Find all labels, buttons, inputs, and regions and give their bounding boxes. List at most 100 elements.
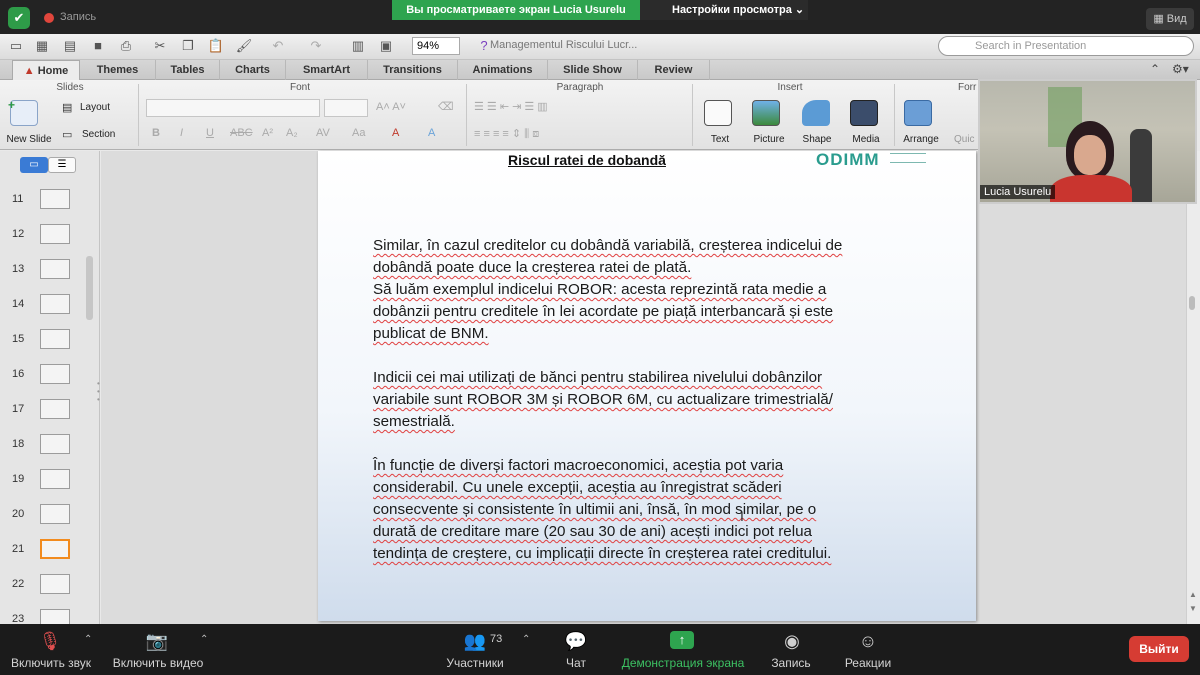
change-case-icon[interactable]: Aa: [352, 127, 365, 139]
strikethrough-icon[interactable]: ABC: [230, 127, 253, 139]
shape-icon[interactable]: [802, 100, 830, 126]
tab-tables[interactable]: Tables: [156, 60, 220, 80]
slide-thumbnail[interactable]: [40, 329, 70, 349]
font-size-select[interactable]: [324, 99, 368, 117]
media-button[interactable]: Media: [844, 134, 888, 145]
leave-meeting-button[interactable]: Выйти: [1129, 636, 1189, 662]
new-slide-button[interactable]: New Slide: [4, 134, 54, 145]
save-icon[interactable]: ■: [88, 37, 108, 55]
slide-thumbnail[interactable]: [40, 504, 70, 524]
slide-thumbnail[interactable]: [40, 189, 70, 209]
start-video-button[interactable]: Включить видео: [108, 656, 208, 670]
slide-sorter-icon[interactable]: ▥: [348, 37, 368, 55]
slide-thumbnail[interactable]: [40, 224, 70, 244]
print-icon[interactable]: ⎙: [116, 37, 136, 55]
slide-thumbnail[interactable]: [40, 539, 70, 559]
superscript-icon[interactable]: A²: [262, 127, 273, 139]
bold-icon[interactable]: B: [152, 127, 160, 139]
arrange-icon[interactable]: [904, 100, 932, 126]
security-shield-icon[interactable]: ✔: [8, 7, 30, 29]
media-icon[interactable]: [850, 100, 878, 126]
zoom-level-field[interactable]: 94%: [412, 37, 460, 55]
share-screen-icon[interactable]: ↑: [670, 631, 694, 649]
video-off-icon[interactable]: 📷: [144, 631, 170, 652]
align-icon[interactable]: ≡ ≡ ≡ ≡ ⇕ ⫼ ⧈: [474, 127, 539, 141]
italic-icon[interactable]: I: [180, 127, 183, 139]
character-spacing-icon[interactable]: AV: [316, 127, 330, 139]
scrollbar-thumb[interactable]: [1189, 296, 1195, 310]
participants-icon[interactable]: 👥: [462, 631, 488, 652]
view-button[interactable]: ▦ Вид: [1146, 8, 1194, 30]
copy-icon[interactable]: ❐: [178, 37, 198, 55]
arrange-button[interactable]: Arrange: [898, 134, 944, 145]
undo-icon[interactable]: ↶: [268, 37, 288, 55]
text-button[interactable]: Text: [700, 134, 740, 145]
audio-options-chevron-icon[interactable]: ⌃: [84, 634, 92, 645]
tab-themes[interactable]: Themes: [80, 60, 156, 80]
cut-icon[interactable]: ✂: [150, 37, 170, 55]
subscript-icon[interactable]: A₂: [286, 127, 298, 139]
open-file-icon[interactable]: ▤: [60, 37, 80, 55]
tab-transitions[interactable]: Transitions: [368, 60, 458, 80]
slide-thumbnail[interactable]: [40, 364, 70, 384]
chat-icon[interactable]: 💬: [564, 631, 588, 652]
unmute-audio-button[interactable]: Включить звук: [6, 656, 96, 670]
text-box-icon[interactable]: [704, 100, 732, 126]
slide-paragraph-1[interactable]: Similar, în cazul creditelor cu dobândă …: [373, 235, 903, 345]
font-name-select[interactable]: [146, 99, 320, 117]
slides-view-toggle[interactable]: ▭: [20, 157, 48, 173]
slide-thumbnail[interactable]: [40, 609, 70, 624]
tab-animations[interactable]: Animations: [458, 60, 548, 80]
search-input[interactable]: Search in Presentation: [938, 36, 1194, 56]
paste-icon[interactable]: 📋: [206, 37, 226, 55]
slide-title[interactable]: Riscul ratei de dobandă: [508, 152, 666, 168]
shape-button[interactable]: Shape: [796, 134, 838, 145]
share-screen-button[interactable]: Демонстрация экрана: [618, 656, 748, 670]
participants-button[interactable]: Участники: [440, 656, 510, 670]
tab-charts[interactable]: Charts: [220, 60, 286, 80]
slide-paragraph-2[interactable]: Indicii cei mai utilizați de bănci pentr…: [373, 367, 903, 433]
slide-thumbnail[interactable]: [40, 399, 70, 419]
slide-paragraph-3[interactable]: În funcție de diverși factori macroecono…: [373, 455, 903, 565]
tab-smartart[interactable]: SmartArt: [286, 60, 368, 80]
outline-view-toggle[interactable]: ☰: [48, 157, 76, 173]
quick-styles-button[interactable]: Quic: [954, 134, 978, 145]
slide-thumbnail[interactable]: [40, 434, 70, 454]
format-painter-icon[interactable]: 🖌: [234, 37, 254, 55]
collapse-ribbon-icon[interactable]: ⌃: [1150, 62, 1160, 76]
slide-thumbnail[interactable]: [40, 294, 70, 314]
panel-scrollbar[interactable]: [86, 256, 93, 320]
gallery-icon[interactable]: ▣: [376, 37, 396, 55]
redo-icon[interactable]: ↷: [306, 37, 326, 55]
participants-chevron-icon[interactable]: ⌃: [522, 634, 530, 645]
picture-icon[interactable]: [752, 100, 780, 126]
gear-icon[interactable]: ⚙▾: [1172, 62, 1189, 76]
video-options-chevron-icon[interactable]: ⌃: [200, 634, 208, 645]
slide-thumbnail[interactable]: [40, 574, 70, 594]
muted-microphone-icon[interactable]: 🎙: [38, 631, 62, 652]
view-options-button[interactable]: Настройки просмотра ⌄: [640, 0, 808, 20]
section-button[interactable]: Section: [82, 129, 132, 140]
tab-home[interactable]: ▲ Home: [12, 60, 80, 80]
templates-icon[interactable]: ▦: [32, 37, 52, 55]
slide-thumbnail[interactable]: [40, 259, 70, 279]
picture-button[interactable]: Picture: [746, 134, 792, 145]
font-color-icon[interactable]: A: [392, 127, 399, 139]
scroll-up-icon[interactable]: ▲: [1189, 590, 1197, 599]
text-effects-icon[interactable]: A: [428, 127, 435, 139]
scroll-down-icon[interactable]: ▼: [1189, 604, 1197, 613]
grow-font-icon[interactable]: A˄ A˅: [376, 101, 406, 113]
record-button[interactable]: Запись: [766, 656, 816, 670]
chat-button[interactable]: Чат: [556, 656, 596, 670]
layout-button[interactable]: Layout: [80, 102, 130, 113]
new-file-icon[interactable]: ▭: [6, 37, 26, 55]
bullets-icon[interactable]: ☰ ☰ ⇤ ⇥ ☰ ▥: [474, 100, 548, 113]
record-icon[interactable]: ◉: [780, 631, 804, 652]
tab-slide-show[interactable]: Slide Show: [548, 60, 638, 80]
tab-review[interactable]: Review: [638, 60, 710, 80]
vertical-scrollbar[interactable]: [1186, 151, 1200, 624]
reactions-button[interactable]: Реакции: [840, 656, 896, 670]
clear-format-icon[interactable]: ⌫: [438, 100, 454, 113]
reactions-icon[interactable]: ☺: [856, 631, 880, 652]
underline-icon[interactable]: U: [206, 127, 214, 139]
